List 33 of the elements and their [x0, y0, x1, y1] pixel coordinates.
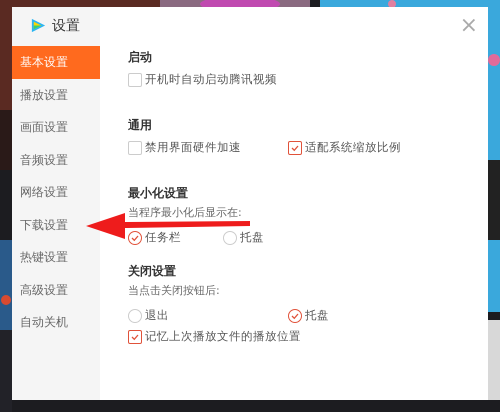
section-heading: 最小化设置 [128, 185, 189, 202]
checkbox-option[interactable]: 开机时自动启动腾讯视频 [128, 72, 288, 87]
section-description: 当程序最小化后显示在: [128, 205, 243, 220]
radio-option[interactable]: 托盘 [288, 308, 448, 323]
sidebar-item[interactable]: 网络设置 [12, 176, 100, 208]
checkbox[interactable] [128, 330, 142, 344]
radio-button[interactable] [128, 308, 142, 322]
sidebar-item[interactable]: 基本设置 [12, 46, 100, 78]
section-description: 当点击关闭按钮后: [128, 283, 221, 298]
sidebar-item[interactable]: 自动关机 [12, 306, 100, 338]
sidebar-item[interactable]: 播放设置 [12, 78, 100, 111]
section-heading: 启动 [128, 49, 153, 66]
section-heading: 关闭设置 [128, 263, 177, 280]
checkbox-option[interactable]: 禁用界面硬件加速 [128, 140, 288, 155]
sidebar-item[interactable]: 下载设置 [12, 208, 100, 241]
checkbox[interactable] [288, 140, 302, 154]
sidebar-item[interactable]: 高级设置 [12, 274, 100, 306]
checkbox-option[interactable]: 记忆上次播放文件的播放位置 [128, 329, 301, 344]
section-heading: 通用 [128, 117, 153, 134]
checkbox[interactable] [128, 140, 142, 154]
radio-button[interactable] [128, 230, 142, 244]
radio-option[interactable]: 托盘 [223, 230, 318, 245]
radio-option[interactable]: 退出 [128, 308, 288, 323]
dialog-title: 设置 [52, 16, 80, 34]
radio-option[interactable]: 任务栏 [128, 230, 223, 245]
sidebar-item[interactable]: 画面设置 [12, 111, 100, 144]
radio-button[interactable] [223, 230, 237, 244]
checkbox-option[interactable]: 适配系统缩放比例 [288, 140, 448, 155]
play-logo-icon [30, 17, 47, 34]
radio-button[interactable] [288, 308, 302, 322]
sidebar-item[interactable]: 音频设置 [12, 144, 100, 176]
sidebar-item[interactable]: 热键设置 [12, 241, 100, 274]
checkbox[interactable] [128, 72, 142, 86]
